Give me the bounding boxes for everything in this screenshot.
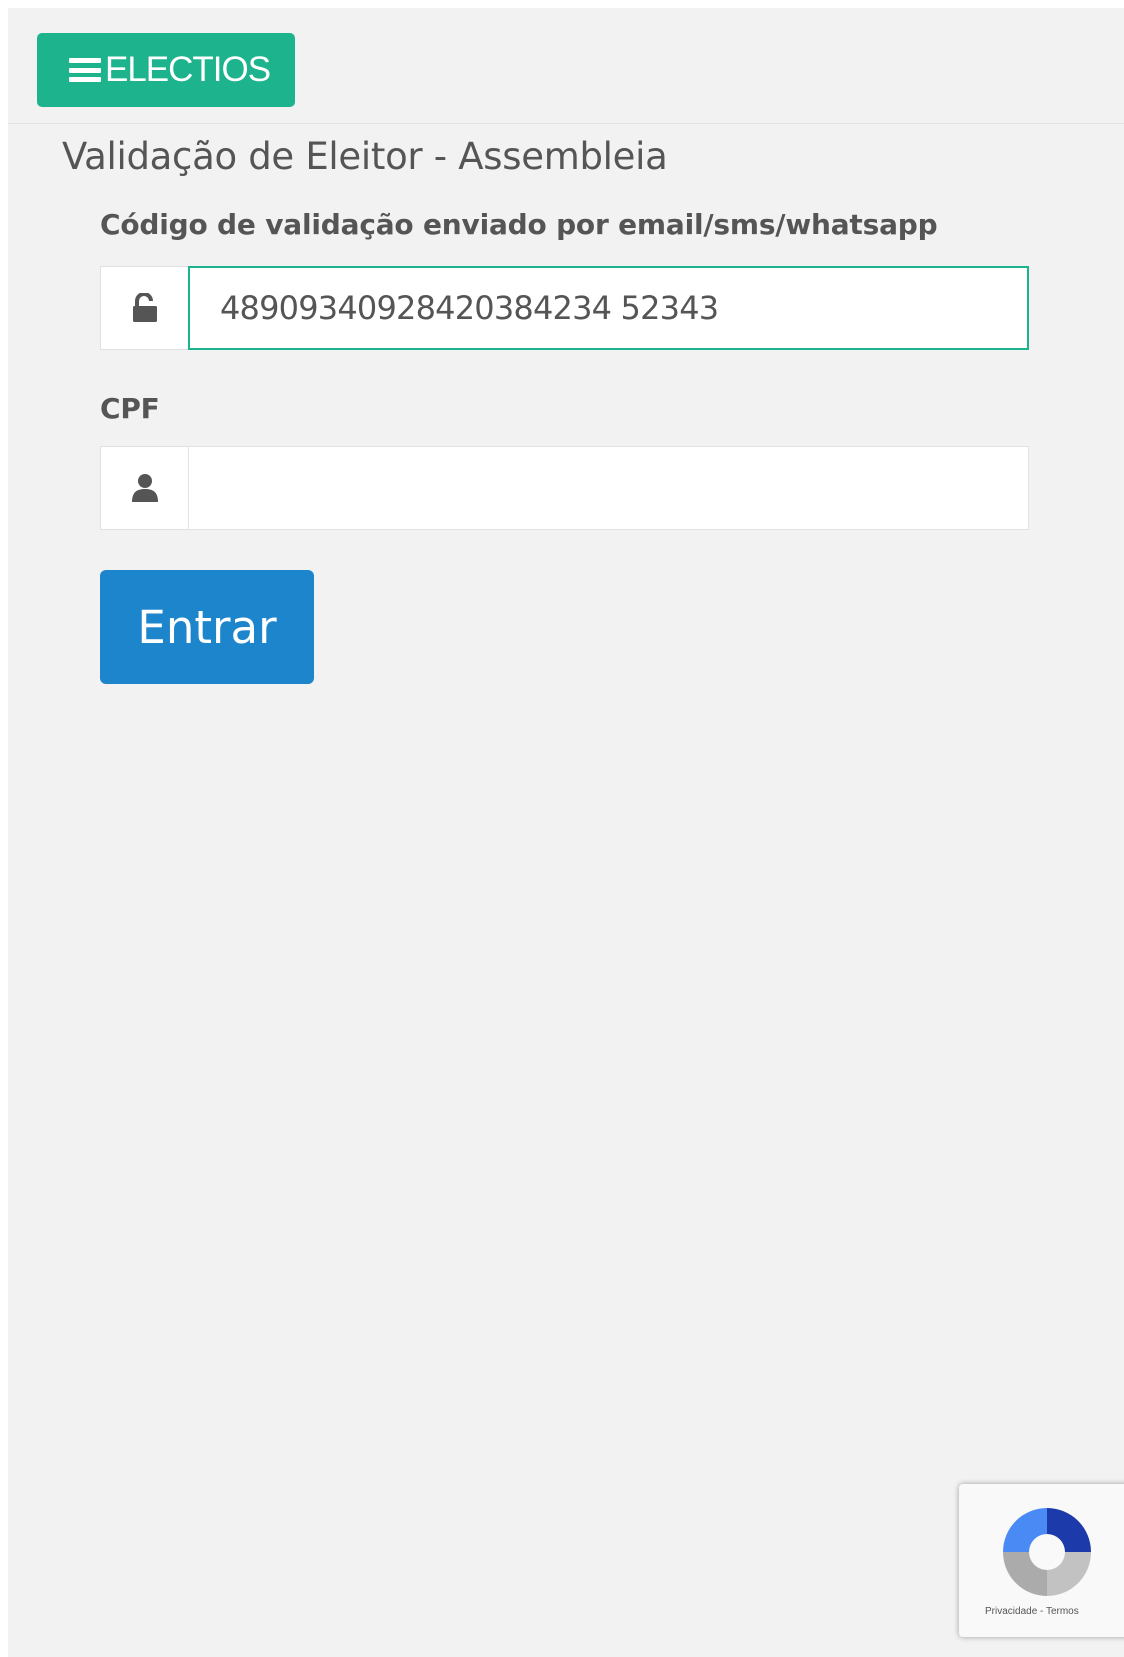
cpf-input[interactable] xyxy=(188,446,1029,530)
validation-code-input[interactable] xyxy=(188,266,1029,350)
code-field-label: Código de validação enviado por email/sm… xyxy=(100,208,938,241)
recaptcha-links[interactable]: Privacidade - Termos xyxy=(985,1606,1079,1617)
user-icon xyxy=(100,446,188,530)
bars-icon xyxy=(69,58,101,82)
cpf-field-label: CPF xyxy=(100,392,160,425)
enter-button[interactable]: Entrar xyxy=(100,570,314,684)
cpf-input-group xyxy=(100,446,1029,530)
recaptcha-badge[interactable]: Privacidade - Termos xyxy=(959,1484,1124,1637)
top-navbar: ELECTIOS xyxy=(8,8,1124,124)
menu-toggle-button[interactable]: ELECTIOS xyxy=(37,33,295,107)
recaptcha-logo-icon xyxy=(1003,1508,1091,1596)
page-title: Validação de Eleitor - Assembleia xyxy=(62,135,668,178)
brand-label: ELECTIOS xyxy=(105,50,271,89)
code-input-group xyxy=(100,266,1029,350)
page-background: ELECTIOS Validação de Eleitor - Assemble… xyxy=(8,8,1124,1657)
unlock-icon xyxy=(100,266,188,350)
